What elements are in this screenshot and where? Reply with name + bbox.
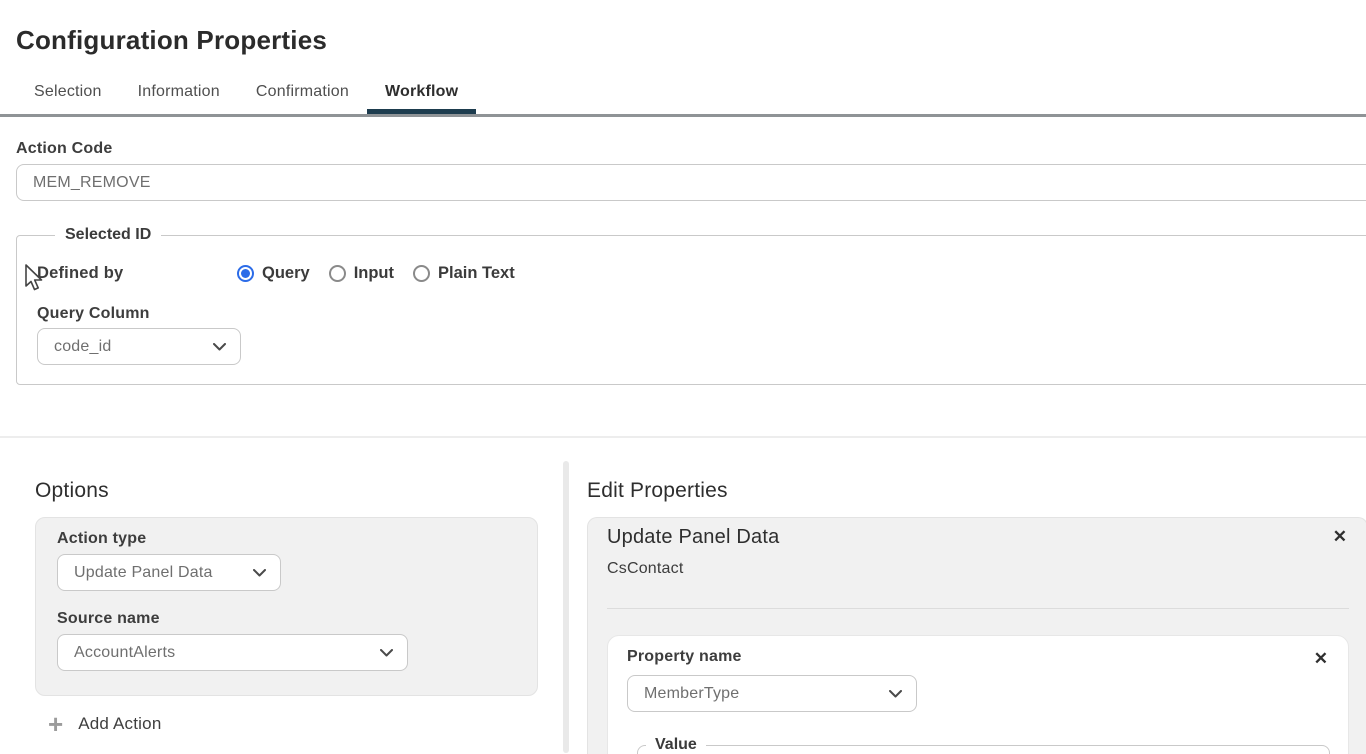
selected-id-fieldset: Selected ID Defined by Query Input Plain… <box>16 226 1366 385</box>
radio-option-query[interactable]: Query <box>237 264 310 283</box>
tab-confirmation[interactable]: Confirmation <box>238 74 367 114</box>
property-name-select-value: MemberType <box>644 685 739 703</box>
add-action-button[interactable]: + Add Action <box>35 713 563 735</box>
radio-label: Plain Text <box>438 264 515 283</box>
options-column: Options Action type Update Panel Data So… <box>0 438 563 753</box>
card-title: Update Panel Data <box>607 526 779 549</box>
property-card: Property name ✕ MemberType Value <box>607 635 1349 754</box>
action-type-select-value: Update Panel Data <box>74 564 213 582</box>
page-title: Configuration Properties <box>16 25 1366 56</box>
plus-icon: + <box>48 713 63 735</box>
tab-information[interactable]: Information <box>120 74 238 114</box>
action-code-label: Action Code <box>16 140 1366 158</box>
radio-icon <box>413 265 430 282</box>
value-fieldset: Value <box>637 736 1330 754</box>
action-type-label: Action type <box>57 530 517 548</box>
workflow-columns: Options Action type Update Panel Data So… <box>0 438 1366 753</box>
add-action-label: Add Action <box>78 714 161 734</box>
card-subtitle: CsContact <box>607 560 1349 578</box>
configuration-properties-page: Configuration Properties Selection Infor… <box>0 0 1366 754</box>
source-name-label: Source name <box>57 610 517 628</box>
property-card-header: Property name ✕ <box>627 648 1330 669</box>
radio-option-plain-text[interactable]: Plain Text <box>413 264 515 283</box>
property-name-select[interactable]: MemberType <box>627 675 917 712</box>
tab-selection[interactable]: Selection <box>16 74 120 114</box>
source-name-select[interactable]: AccountAlerts <box>57 634 408 671</box>
action-type-select[interactable]: Update Panel Data <box>57 554 281 591</box>
options-heading: Options <box>35 479 563 503</box>
card-header: Update Panel Data ✕ <box>607 526 1349 549</box>
close-icon[interactable]: ✕ <box>1312 648 1330 669</box>
radio-icon <box>329 265 346 282</box>
defined-by-radio-group: Query Input Plain Text <box>237 264 515 283</box>
defined-by-row: Defined by Query Input Plain Text <box>37 264 1366 283</box>
update-panel-data-card: Update Panel Data ✕ CsContact Property n… <box>587 517 1366 754</box>
query-column-select[interactable]: code_id <box>37 328 241 365</box>
chevron-down-icon <box>253 569 266 577</box>
value-legend: Value <box>646 736 706 754</box>
source-name-select-value: AccountAlerts <box>74 644 175 662</box>
chevron-down-icon <box>213 343 226 351</box>
radio-option-input[interactable]: Input <box>329 264 394 283</box>
radio-label: Input <box>354 264 394 283</box>
query-column-label: Query Column <box>37 305 1366 323</box>
tab-workflow[interactable]: Workflow <box>367 74 476 114</box>
edit-properties-column: Edit Properties Update Panel Data ✕ CsCo… <box>569 438 1366 753</box>
chevron-down-icon <box>889 690 902 698</box>
chevron-down-icon <box>380 649 393 657</box>
card-divider <box>607 608 1349 609</box>
query-column-select-value: code_id <box>54 338 111 356</box>
edit-properties-heading: Edit Properties <box>587 479 1366 503</box>
defined-by-label: Defined by <box>37 264 237 283</box>
close-icon[interactable]: ✕ <box>1331 526 1349 547</box>
action-code-input[interactable] <box>16 164 1366 201</box>
tab-bar: Selection Information Confirmation Workf… <box>0 74 1366 117</box>
selected-id-legend: Selected ID <box>55 226 161 244</box>
property-name-label: Property name <box>627 648 742 666</box>
action-options-card: Action type Update Panel Data Source nam… <box>35 517 538 696</box>
radio-icon <box>237 265 254 282</box>
radio-label: Query <box>262 264 310 283</box>
